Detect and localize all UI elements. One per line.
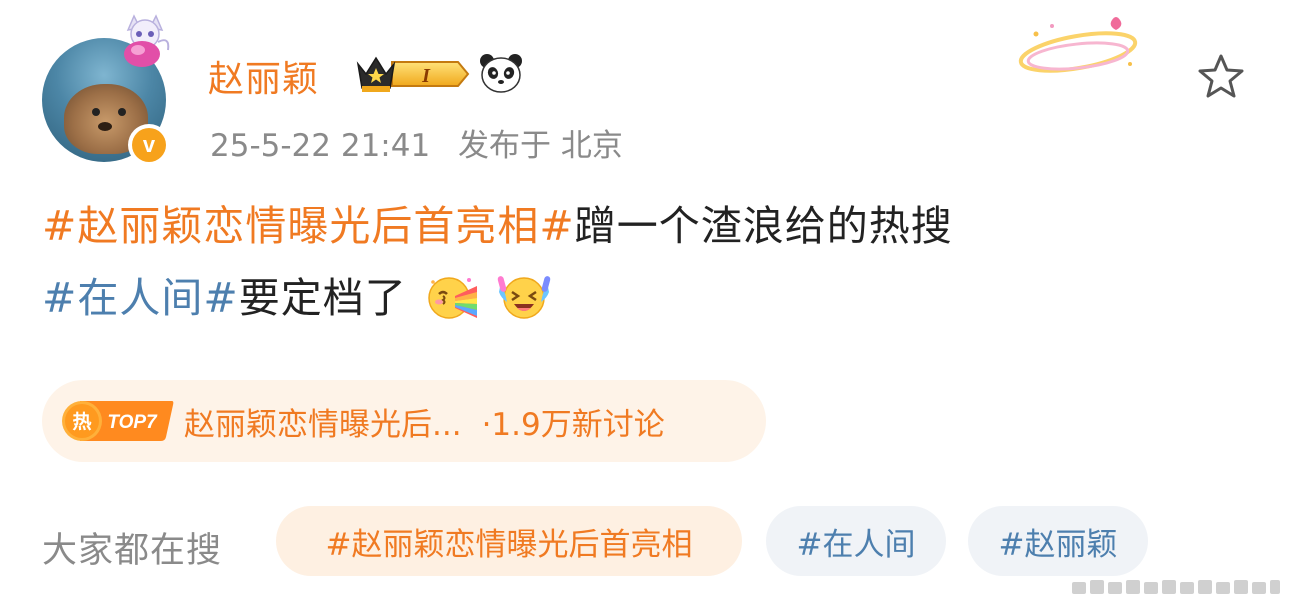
search-chip-hot-topic[interactable]: #赵丽颖恋情曝光后首亮相 <box>276 506 742 576</box>
hot-search-card[interactable]: 热 TOP7 赵丽颖恋情曝光后... ·1.9万新讨论 <box>42 380 766 462</box>
author-name[interactable]: 赵丽颖 <box>208 50 319 102</box>
post-text-2: 要定档了 <box>238 274 407 322</box>
hot-rank: TOP7 <box>107 412 158 433</box>
vip-level: I <box>421 65 431 87</box>
post-text-1: 蹭一个渣浪给的热搜 <box>574 202 953 250</box>
kiss-rainbow-emoji <box>428 277 477 319</box>
search-chip-zairenjian[interactable]: #在人间 <box>766 506 946 576</box>
panda-icon <box>480 54 522 93</box>
post-meta: 25-5-22 21:41 发布于 北京 <box>210 120 641 165</box>
halo-decoration-icon <box>1018 17 1138 73</box>
avatar-eye <box>92 108 100 116</box>
favorite-star-icon[interactable] <box>1195 52 1247 102</box>
hot-title: 赵丽颖恋情曝光后... <box>184 406 462 443</box>
topic-link-hot[interactable]: #赵丽颖恋情曝光后首亮相# <box>42 202 575 250</box>
verified-symbol: v <box>132 128 166 162</box>
hot-top-badge-icon: 热 TOP7 <box>62 401 174 441</box>
hot-discussion-count: ·1.9万新讨论 <box>481 406 665 443</box>
laughing-emoji <box>497 276 551 319</box>
watermark-icon <box>1072 580 1280 594</box>
avatar-eye <box>118 108 126 116</box>
search-chip-zhaoliying[interactable]: #赵丽颖 <box>968 506 1148 576</box>
weibo-post-card: v 赵丽颖 I 25-5-22 21:41 发布于 北京 #赵丽颖恋情曝光后首亮… <box>0 0 1290 615</box>
avatar-nose <box>98 122 112 131</box>
post-content: #赵丽颖恋情曝光后首亮相#蹭一个渣浪给的热搜 #在人间#要定档了 <box>42 190 1252 334</box>
post-location: 发布于 北京 <box>458 128 623 164</box>
verified-icon: v <box>128 124 170 166</box>
crown-badge-icon[interactable]: I <box>354 52 470 96</box>
hot-char: 热 <box>72 410 91 433</box>
everyone-searching-label: 大家都在搜 <box>42 531 223 571</box>
avatar-pendant-icon <box>124 14 170 67</box>
post-time: 25-5-22 21:41 <box>210 128 431 164</box>
topic-link-zairenjian[interactable]: #在人间# <box>42 274 239 322</box>
